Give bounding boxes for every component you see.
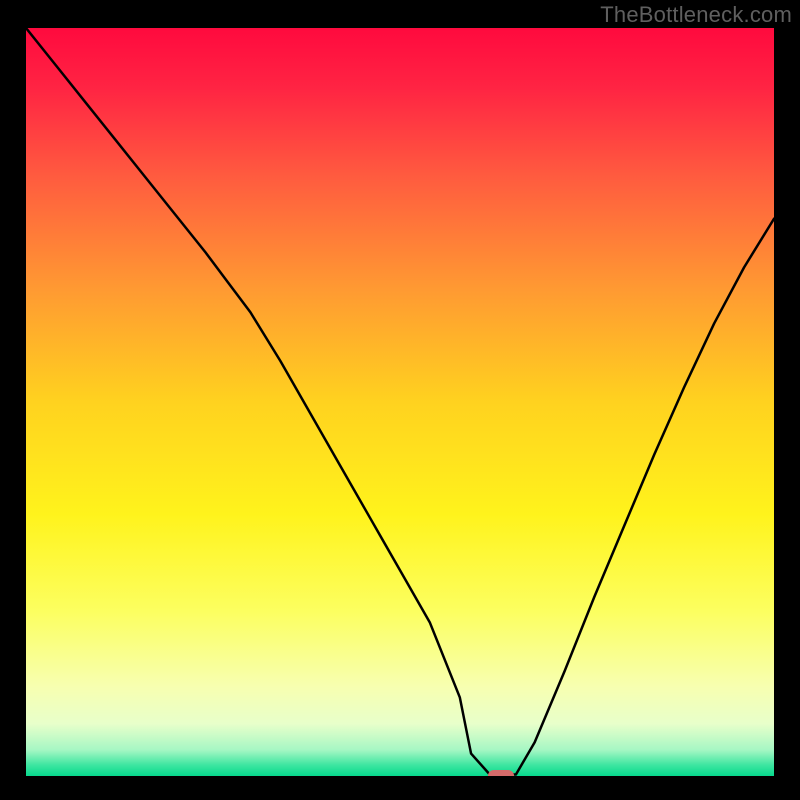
- chart-container: TheBottleneck.com: [0, 0, 800, 800]
- optimum-marker: [488, 770, 514, 782]
- plot-background: [26, 28, 774, 776]
- bottleneck-chart: [0, 0, 800, 800]
